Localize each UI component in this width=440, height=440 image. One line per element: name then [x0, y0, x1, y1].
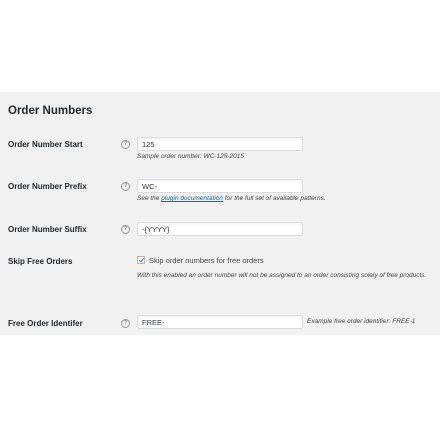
- order-number-suffix-label: Order Number Suffix: [8, 225, 87, 234]
- free-order-identifier-label: Free Order Identifer: [8, 319, 83, 328]
- order-number-start-label: Order Number Start: [8, 140, 83, 149]
- free-order-identifier-input[interactable]: [137, 315, 303, 329]
- skip-free-orders-description: With this enabled an order number will n…: [137, 272, 427, 279]
- help-icon[interactable]: ?: [121, 140, 130, 149]
- skip-free-orders-label: Skip Free Orders: [8, 257, 73, 266]
- help-icon[interactable]: ?: [121, 182, 130, 191]
- order-number-start-description: Sample order number: WC-125-2015: [137, 153, 244, 160]
- help-icon[interactable]: ?: [121, 225, 130, 234]
- plugin-documentation-link[interactable]: plugin documentation: [161, 195, 223, 202]
- order-number-suffix-input[interactable]: [137, 222, 303, 236]
- order-number-prefix-description: See the plugin documentation for the ful…: [137, 194, 326, 204]
- prefix-description-text-end: for the full set of available patterns.: [223, 195, 326, 202]
- prefix-description-text: See the: [137, 195, 162, 202]
- settings-panel: [0, 92, 440, 335]
- order-number-prefix-input[interactable]: [137, 179, 303, 193]
- skip-free-orders-checkbox[interactable]: [137, 256, 145, 264]
- free-order-identifier-example: Example free order identifier: FREE-1: [307, 318, 416, 325]
- section-title: Order Numbers: [8, 105, 93, 117]
- help-icon[interactable]: ?: [121, 319, 130, 328]
- skip-free-orders-checkbox-label[interactable]: Skip order numbers for free orders: [149, 256, 264, 265]
- order-number-start-input[interactable]: [137, 137, 303, 151]
- order-number-prefix-label: Order Number Prefix: [8, 182, 87, 191]
